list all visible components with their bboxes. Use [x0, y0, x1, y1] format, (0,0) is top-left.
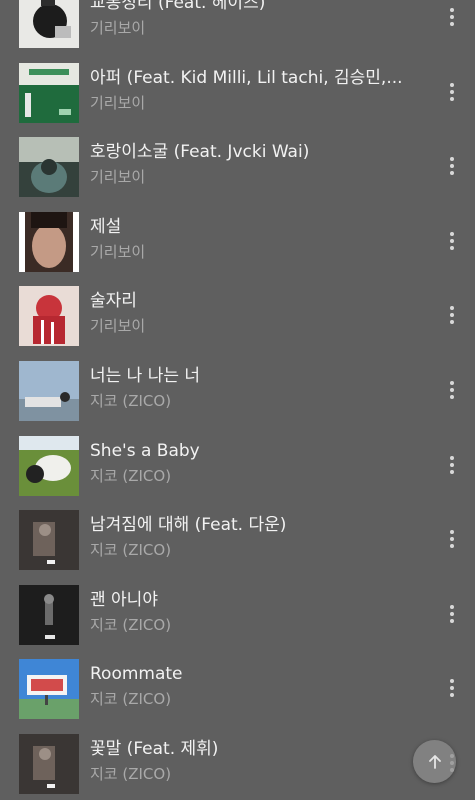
track-artist: 지코 (ZICO): [90, 466, 172, 485]
more-vert-icon[interactable]: [437, 447, 467, 483]
more-vert-icon[interactable]: [437, 596, 467, 632]
more-vert-icon[interactable]: [437, 372, 467, 408]
arrow-up-icon: [428, 754, 441, 769]
more-vert-icon[interactable]: [437, 297, 467, 333]
track-row[interactable]: Roommate 지코 (ZICO): [0, 645, 475, 720]
track-title: 교통정리 (Feat. 헤이즈): [90, 0, 266, 13]
album-art[interactable]: [19, 659, 79, 720]
track-row[interactable]: 교통정리 (Feat. 헤이즈) 기리보이: [0, 0, 475, 49]
track-title: 술자리: [90, 291, 137, 312]
track-artist: 지코 (ZICO): [90, 615, 172, 634]
track-row[interactable]: 아퍼 (Feat. Kid Milli, Lil tachi, 김승민,... …: [0, 49, 475, 124]
track-row[interactable]: 남겨짐에 대해 (Feat. 다운) 지코 (ZICO): [0, 496, 475, 571]
track-title: 호랑이소굴 (Feat. Jvcki Wai): [90, 142, 310, 163]
album-art[interactable]: [19, 62, 79, 123]
track-row[interactable]: 술자리 기리보이: [0, 272, 475, 347]
album-art[interactable]: [19, 510, 79, 571]
song-list-screen: 교통정리 (Feat. 헤이즈) 기리보이 아퍼 (Feat. Kid Mill…: [0, 0, 475, 800]
more-vert-icon[interactable]: [437, 74, 467, 110]
track-artist: 지코 (ZICO): [90, 690, 172, 709]
track-list: 교통정리 (Feat. 헤이즈) 기리보이 아퍼 (Feat. Kid Mill…: [0, 0, 475, 795]
track-row[interactable]: 꽃말 (Feat. 제휘) 지코 (ZICO): [0, 720, 475, 795]
more-vert-icon[interactable]: [437, 148, 467, 184]
album-art[interactable]: [19, 137, 79, 198]
more-vert-icon[interactable]: [437, 223, 467, 259]
more-vert-icon[interactable]: [437, 0, 467, 35]
track-row[interactable]: She's a Baby 지코 (ZICO): [0, 422, 475, 497]
track-title: 너는 나 나는 너: [90, 365, 201, 386]
track-artist: 지코 (ZICO): [90, 541, 172, 560]
more-vert-icon[interactable]: [437, 670, 467, 706]
track-title: She's a Baby: [90, 440, 200, 461]
album-art[interactable]: [19, 286, 79, 347]
track-artist: 기리보이: [90, 93, 146, 112]
album-art[interactable]: [19, 733, 79, 794]
track-row[interactable]: 제설 기리보이: [0, 198, 475, 273]
track-title: 남겨짐에 대해 (Feat. 다운): [90, 515, 287, 536]
album-art[interactable]: [19, 584, 79, 645]
track-title: 꽃말 (Feat. 제휘): [90, 738, 219, 759]
more-vert-icon[interactable]: [437, 521, 467, 557]
album-art[interactable]: [19, 0, 79, 48]
track-title: Roommate: [90, 664, 183, 685]
track-row[interactable]: 괜 아니야 지코 (ZICO): [0, 571, 475, 646]
track-title: 아퍼 (Feat. Kid Milli, Lil tachi, 김승민,...: [90, 67, 403, 88]
album-art[interactable]: [19, 360, 79, 421]
track-row[interactable]: 호랑이소굴 (Feat. Jvcki Wai) 기리보이: [0, 123, 475, 198]
track-artist: 기리보이: [90, 242, 146, 261]
album-art[interactable]: [19, 211, 79, 272]
scroll-to-top-button[interactable]: [413, 740, 456, 783]
track-title: 괜 아니야: [90, 589, 158, 610]
track-artist: 기리보이: [90, 168, 146, 187]
track-artist: 지코 (ZICO): [90, 764, 172, 783]
track-row[interactable]: 너는 나 나는 너 지코 (ZICO): [0, 347, 475, 422]
track-artist: 기리보이: [90, 317, 146, 336]
track-artist: 지코 (ZICO): [90, 391, 172, 410]
album-art[interactable]: [19, 435, 79, 496]
track-title: 제설: [90, 216, 122, 237]
track-artist: 기리보이: [90, 19, 146, 37]
